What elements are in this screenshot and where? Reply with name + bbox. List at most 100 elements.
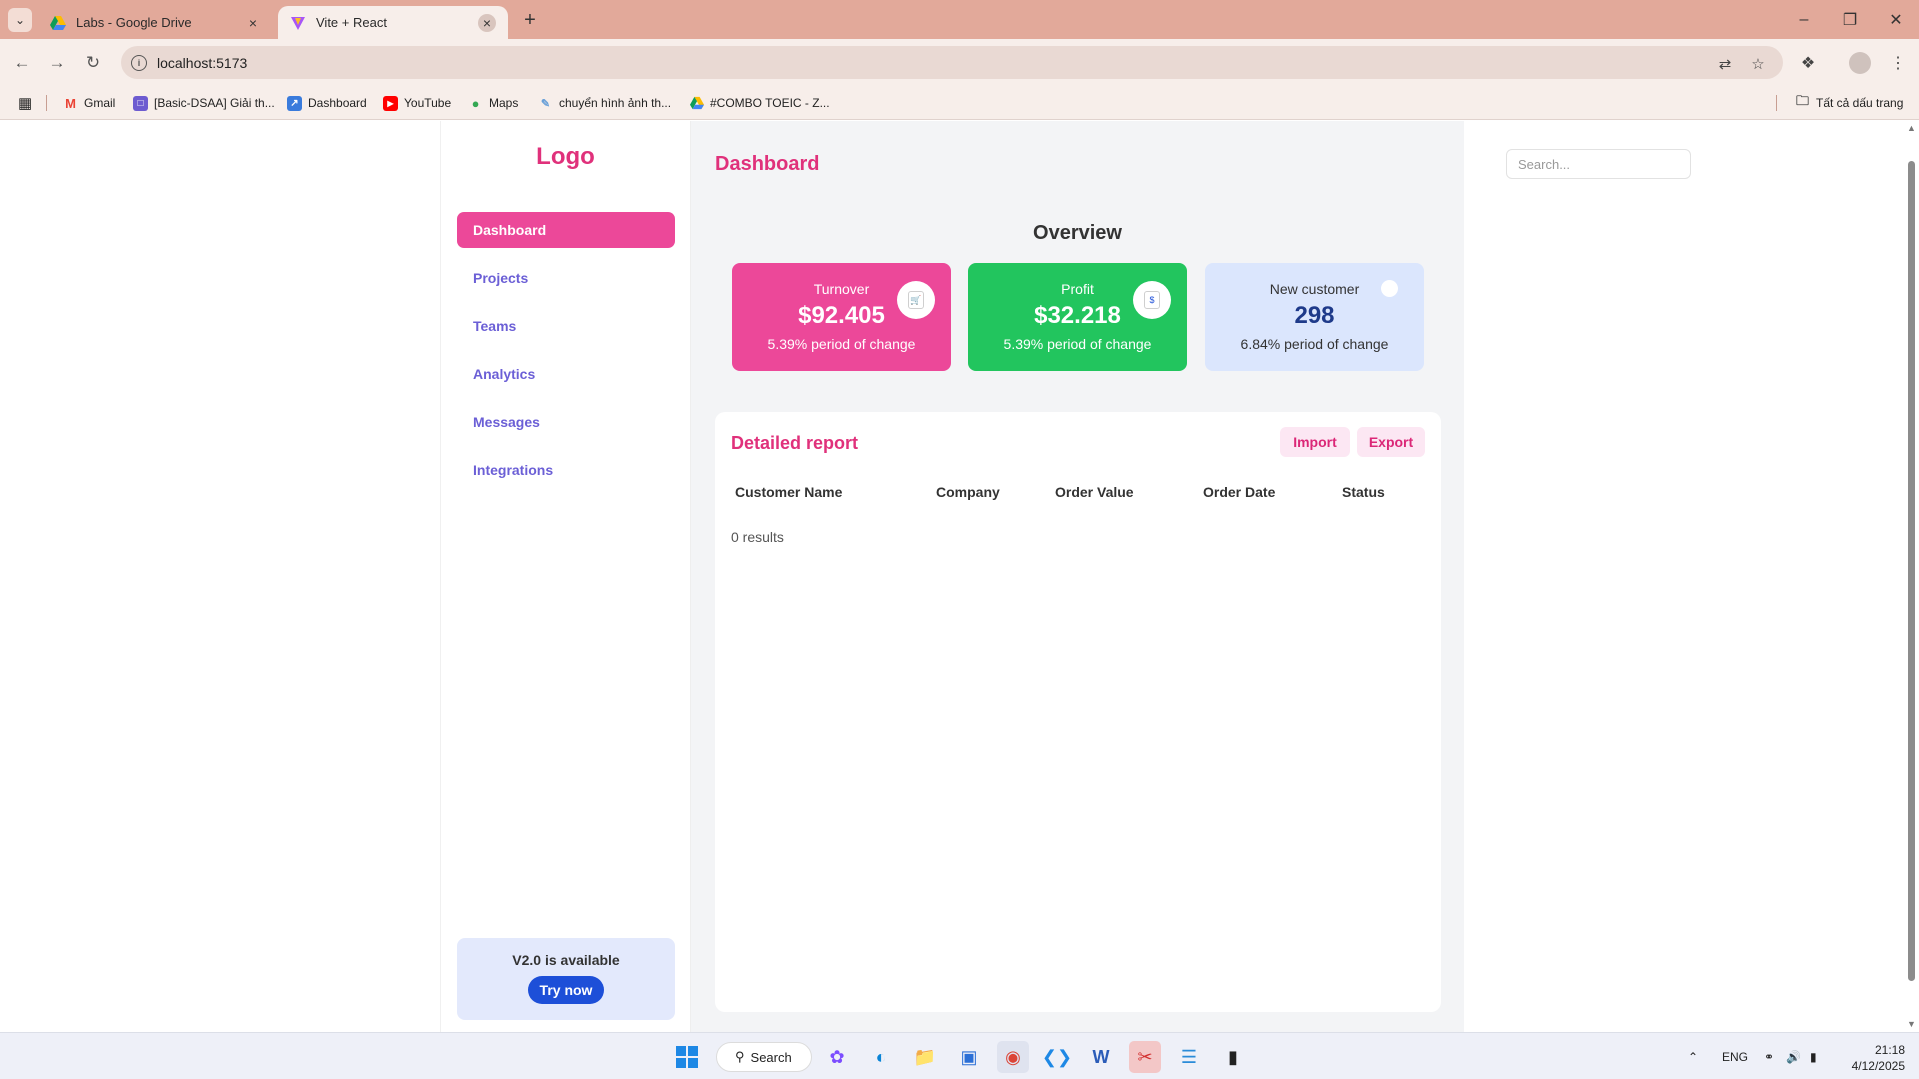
page-title: Dashboard — [715, 153, 820, 175]
restore-icon[interactable]: ❐ — [1827, 0, 1873, 39]
terminal-icon[interactable]: ▮ — [1217, 1041, 1249, 1073]
vscode-icon[interactable]: ❮❯ — [1041, 1041, 1073, 1073]
tab-vite-react[interactable]: Vite + React × — [278, 6, 508, 39]
column-header-company[interactable]: Company — [936, 484, 1000, 500]
wifi-icon[interactable]: ⚭ — [1764, 1033, 1774, 1079]
main-content: Dashboard Overview Turnover $92.405 5.39… — [691, 121, 1691, 1032]
logo[interactable]: Logo — [441, 143, 690, 171]
try-now-button[interactable]: Try now — [528, 976, 604, 1004]
card-value: 298 — [1294, 302, 1335, 329]
bookmark-youtube[interactable]: ▶ YouTube — [383, 94, 451, 112]
url-text[interactable]: localhost:5173 — [157, 55, 247, 71]
input-language[interactable]: ENG — [1722, 1033, 1748, 1079]
star-icon[interactable]: ☆ — [1749, 55, 1767, 73]
sidebar-item-analytics[interactable]: Analytics — [457, 356, 675, 392]
card-change: 5.39% period of change — [1003, 336, 1152, 352]
chrome-icon[interactable]: ◉ — [997, 1041, 1029, 1073]
youtube-icon: ▶ — [383, 95, 398, 111]
taskbar-search-label: Search — [750, 1049, 792, 1065]
scrollbar-thumb[interactable] — [1908, 161, 1915, 981]
apps-grid-icon[interactable]: ▦ — [18, 94, 32, 112]
sidebar-item-messages[interactable]: Messages — [457, 404, 675, 440]
volume-icon[interactable]: 🔊 — [1786, 1033, 1801, 1079]
bookmark-site-icon: □ — [133, 95, 148, 111]
bookmark-combo-toeic[interactable]: #COMBO TOEIC - Z... — [689, 94, 830, 112]
new-tab-plus-icon[interactable]: + — [518, 8, 542, 32]
page-scrollbar[interactable]: ▲ ▼ — [1904, 121, 1919, 1032]
word-icon[interactable]: W — [1085, 1041, 1117, 1073]
tab-title: Labs - Google Drive — [76, 15, 192, 30]
tab-close-icon[interactable]: × — [244, 14, 262, 32]
overview-title: Overview — [1033, 222, 1122, 244]
import-button[interactable]: Import — [1280, 427, 1350, 457]
all-bookmarks-folder[interactable]: 🗀 Tất cả dấu trang — [1795, 93, 1904, 112]
clock-time: 21:18 — [1874, 1043, 1905, 1057]
pen-icon: ✎ — [540, 97, 551, 110]
search-input[interactable] — [1506, 149, 1691, 179]
show-hidden-icons-chevron-icon[interactable]: ⌃ — [1688, 1033, 1698, 1079]
file-explorer-icon[interactable]: 📁 — [909, 1041, 941, 1073]
extensions-icon[interactable]: ❖ — [1795, 50, 1821, 76]
translate-icon[interactable]: ⇄ — [1716, 55, 1734, 73]
tab-google-drive[interactable]: Labs - Google Drive × — [38, 6, 274, 39]
bookmark-separator — [1776, 95, 1777, 111]
sidebar-item-integrations[interactable]: Integrations — [457, 452, 675, 488]
menu-kebab-icon[interactable]: ⋮ — [1885, 50, 1911, 76]
browser-tab-strip: ⌄ Labs - Google Drive × Vite + React × +… — [0, 0, 1919, 39]
notepad-icon[interactable]: ☰ — [1173, 1041, 1205, 1073]
page-viewport: Logo Dashboard Projects Teams Analytics … — [0, 121, 1904, 1032]
bookmark-label: Gmail — [84, 96, 116, 110]
bookmark-maps[interactable]: ● Maps — [468, 94, 519, 112]
column-header-customer-name[interactable]: Customer Name — [735, 484, 842, 500]
sidebar: Logo Dashboard Projects Teams Analytics … — [440, 121, 691, 1032]
column-header-order-value[interactable]: Order Value — [1055, 484, 1134, 500]
bookmark-basic-dsaa[interactable]: □ [Basic-DSAA] Giải th... — [133, 94, 275, 112]
maps-pin-icon: ● — [471, 95, 480, 111]
all-bookmarks-label: Tất cả dấu trang — [1816, 96, 1904, 110]
close-window-icon[interactable]: ✕ — [1873, 0, 1919, 39]
column-header-order-date[interactable]: Order Date — [1203, 484, 1275, 500]
microsoft-store-icon[interactable]: ▣ — [953, 1041, 985, 1073]
clock-date: 4/12/2025 — [1851, 1059, 1905, 1073]
bookmark-label: #COMBO TOEIC - Z... — [710, 96, 830, 110]
reload-icon[interactable]: ↻ — [79, 49, 107, 77]
bookmark-label: [Basic-DSAA] Giải th... — [154, 96, 275, 110]
forward-arrow-icon[interactable]: → — [43, 49, 71, 77]
bookmark-chuyen-hinh-anh[interactable]: ✎ chuyển hình ảnh th... — [538, 94, 671, 112]
column-header-status[interactable]: Status — [1342, 484, 1385, 500]
scroll-down-arrow-icon[interactable]: ▼ — [1907, 1019, 1916, 1029]
google-drive-icon — [689, 96, 704, 111]
bookmark-gmail[interactable]: M Gmail — [63, 94, 115, 112]
scroll-up-arrow-icon[interactable]: ▲ — [1907, 123, 1916, 133]
card-change: 6.84% period of change — [1240, 336, 1389, 352]
sidebar-item-dashboard[interactable]: Dashboard — [457, 212, 675, 248]
export-button[interactable]: Export — [1357, 427, 1425, 457]
tab-search-chevron-icon[interactable]: ⌄ — [8, 8, 32, 32]
profile-avatar-icon[interactable] — [1849, 52, 1871, 74]
stat-card-turnover: Turnover $92.405 5.39% period of change … — [732, 263, 951, 371]
sidebar-item-teams[interactable]: Teams — [457, 308, 675, 344]
cart-icon: 🛒 — [897, 281, 935, 319]
battery-icon[interactable]: ▮ — [1810, 1033, 1817, 1079]
bookmark-label: Maps — [489, 96, 519, 110]
bookmark-dashboard[interactable]: ↗ Dashboard — [287, 94, 367, 112]
google-drive-icon — [50, 15, 66, 31]
system-clock[interactable]: 21:18 4/12/2025 — [1835, 1042, 1905, 1074]
address-bar[interactable]: i localhost:5173 — [121, 46, 1783, 79]
browser-toolbar: ← → ↻ i localhost:5173 ⇄ ☆ ❖ ⋮ — [0, 39, 1919, 86]
tab-close-icon[interactable]: × — [478, 13, 496, 32]
site-info-icon[interactable]: i — [131, 54, 147, 71]
windows-start-icon[interactable] — [671, 1041, 703, 1073]
back-arrow-icon[interactable]: ← — [8, 49, 36, 77]
bookmark-label: chuyển hình ảnh th... — [559, 96, 672, 110]
minimize-icon[interactable]: – — [1781, 0, 1827, 39]
results-count: 0 results — [731, 529, 784, 545]
edge-icon[interactable]: ◐ — [865, 1041, 897, 1073]
stat-card-new-customer: New customer 298 6.84% period of change — [1205, 263, 1424, 371]
sidebar-item-projects[interactable]: Projects — [457, 260, 675, 296]
snipping-tool-icon[interactable]: ✂ — [1129, 1041, 1161, 1073]
sidebar-nav: Dashboard Projects Teams Analytics Messa… — [457, 212, 675, 500]
bookmark-label: YouTube — [404, 96, 452, 110]
copilot-icon[interactable]: ✿ — [821, 1041, 853, 1073]
taskbar-search[interactable]: ⚲ Search — [716, 1042, 812, 1072]
